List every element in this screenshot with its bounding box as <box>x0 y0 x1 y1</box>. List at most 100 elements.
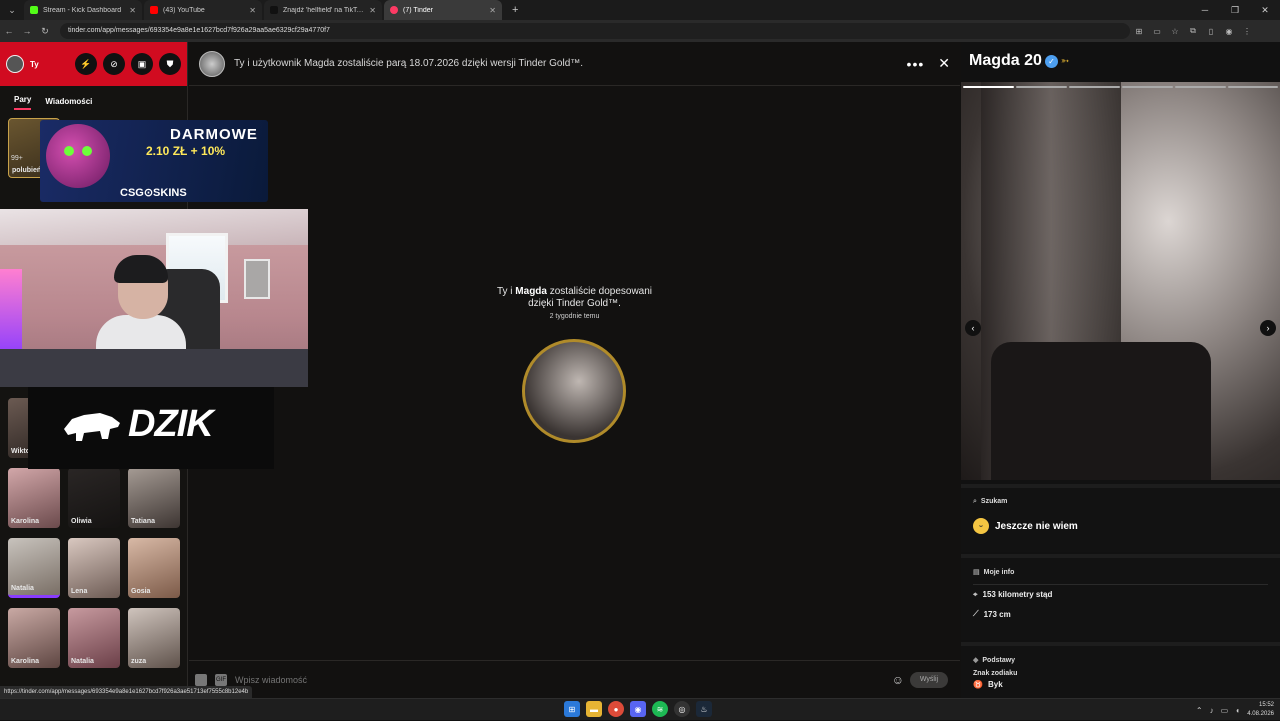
match-name: Karolina <box>11 658 40 665</box>
network-icon[interactable]: ▭ <box>1221 706 1229 715</box>
match-tile[interactable]: Tatiana <box>128 468 180 528</box>
tab-tinder[interactable]: (7) Tinder ✕ <box>384 0 502 20</box>
more-options-icon[interactable]: ••• <box>907 56 925 72</box>
tab-search-icon[interactable]: ⌄ <box>0 0 24 20</box>
reload-icon[interactable]: ↻ <box>36 26 54 37</box>
match-tile[interactable]: Natalia <box>68 608 120 668</box>
tab-messages[interactable]: Wiadomości <box>45 97 92 110</box>
user-name[interactable]: Ty <box>30 60 39 69</box>
gif-icon[interactable]: GIF <box>215 673 227 686</box>
tab-youtube[interactable]: (43) YouTube ✕ <box>144 0 262 20</box>
info-card: ▤ Moje info ⌖ 153 kilometry stąd ⟋ 173 cm <box>961 554 1280 640</box>
clock[interactable]: 15:52 4.08.2026 <box>1247 701 1274 719</box>
discord-icon[interactable]: ◉ <box>630 701 646 717</box>
chat-header: Ty i użytkownik Magda zostaliście parą 1… <box>189 42 960 86</box>
taskbar: ⊞ ▬ ● ◉ ≋ ◎ ♨ ⌃ ♪ ▭ ◖ 15:52 4.08.2026 <box>0 698 1280 720</box>
avatar[interactable] <box>6 55 24 73</box>
tab-kick[interactable]: Stream - Kick Dashboard ✕ <box>24 0 142 20</box>
file-explorer-icon[interactable]: ▬ <box>586 701 602 717</box>
close-tab-icon[interactable]: ✕ <box>245 6 256 15</box>
windows-start-icon[interactable]: ⊞ <box>564 701 580 717</box>
distance-row: ⌖ 153 kilometry stąd <box>973 584 1268 604</box>
chevron-up-icon[interactable]: ⌃ <box>1196 706 1203 715</box>
photo-indicator[interactable] <box>1069 86 1120 88</box>
photo-indicator[interactable] <box>1175 86 1226 88</box>
photo-indicator[interactable] <box>963 86 1014 88</box>
briefcase-icon[interactable]: ▣ <box>131 53 153 75</box>
likes-count: 99+ <box>11 155 23 162</box>
extensions-icon[interactable]: ⧉ <box>1184 26 1202 36</box>
info-title: ▤ Moje info <box>973 568 1268 576</box>
maximize-icon[interactable]: ❐ <box>1220 0 1250 20</box>
boost-icon[interactable]: ⚡ <box>75 53 97 75</box>
photo-indicator[interactable] <box>1228 86 1278 88</box>
profile-name: Magda 20 <box>969 52 1042 69</box>
explore-icon[interactable]: ⊘ <box>103 53 125 75</box>
match-avatar[interactable] <box>199 50 225 77</box>
shield-icon[interactable]: ⛊ <box>159 53 181 75</box>
close-tab-icon[interactable]: ✕ <box>485 6 496 15</box>
close-window-icon[interactable]: ✕ <box>1250 0 1280 20</box>
system-tray: ⌃ ♪ ▭ ◖ <box>1196 699 1240 721</box>
match-name: Karolina <box>11 518 40 525</box>
close-tab-icon[interactable]: ✕ <box>125 6 136 15</box>
message-input[interactable] <box>235 674 892 685</box>
banner-brand: CSG⊙SKINS <box>120 187 187 199</box>
mascot-eye <box>64 146 74 156</box>
search-icon: ⌕ <box>973 498 977 505</box>
match-tile[interactable]: Natalia <box>8 538 60 598</box>
photo-indicator[interactable] <box>1016 86 1067 88</box>
profile-icon[interactable]: ◉ <box>1220 27 1238 36</box>
basics-title-text: Podstawy <box>982 657 1016 664</box>
stream-logo: DZIK <box>28 387 274 469</box>
match-photo[interactable] <box>522 339 626 443</box>
menu-icon[interactable]: ⋮ <box>1238 27 1256 36</box>
send-button[interactable]: Wyślij <box>910 671 948 688</box>
back-icon[interactable]: ← <box>0 26 18 36</box>
chevron-left-icon[interactable]: ‹ <box>965 320 981 336</box>
close-icon[interactable]: ✕ <box>938 55 950 72</box>
close-tab-icon[interactable]: ✕ <box>365 6 376 15</box>
chrome-icon[interactable]: ● <box>608 701 624 717</box>
obs-icon[interactable]: ◎ <box>674 701 690 717</box>
tab-matches[interactable]: Pary <box>14 95 32 110</box>
tab-tiktok[interactable]: Znajdź 'hellfield' na TikTok | Wy... ✕ <box>264 0 382 20</box>
steam-icon[interactable]: ♨ <box>696 701 712 717</box>
emoji-icon[interactable]: ☺ <box>892 673 904 687</box>
chevron-right-icon[interactable]: › <box>1260 320 1276 336</box>
profile-photo[interactable]: ‹ › <box>961 82 1280 480</box>
zodiac-icon: ♉ <box>973 679 983 689</box>
match-info-text: Ty i użytkownik Magda zostaliście parą 1… <box>234 58 584 69</box>
minimize-icon[interactable]: ─ <box>1190 0 1220 20</box>
new-tab-button[interactable]: + <box>504 4 526 16</box>
banner-offer: 2.10 ZŁ + 10% <box>146 144 226 158</box>
volume-icon[interactable]: ◖ <box>1235 706 1240 715</box>
streamer-cap <box>114 255 168 283</box>
bookmark-star-icon[interactable]: ☆ <box>1166 27 1184 36</box>
zodiac-value: Byk <box>987 679 1003 689</box>
match-tile[interactable]: Karolina <box>8 608 60 668</box>
match-tile[interactable]: Lena <box>68 538 120 598</box>
spotify-icon[interactable]: ≋ <box>652 701 668 717</box>
match-tile[interactable]: Oliwia <box>68 468 120 528</box>
match-suffix: zostaliście dopesowani <box>549 286 653 297</box>
cast-icon[interactable]: ▭ <box>1148 27 1166 36</box>
seeking-title: ⌕ Szukam <box>973 498 1268 506</box>
profile-name-row: Magda 20 ✓ ➳ <box>961 42 1280 80</box>
match-tile[interactable]: Gosia <box>128 538 180 598</box>
match-tile[interactable]: zuza <box>128 608 180 668</box>
seeking-value-text: Jeszcze nie wiem <box>995 520 1078 532</box>
mic-icon[interactable]: ♪ <box>1210 706 1214 715</box>
sidebar-icon[interactable]: ▯ <box>1202 27 1220 36</box>
photo-indicator[interactable] <box>1122 86 1173 88</box>
webcam-pc <box>0 269 22 359</box>
webcam-ceiling <box>0 209 308 245</box>
match-tile[interactable]: Karolina <box>8 468 60 528</box>
tiktok-icon <box>270 6 278 14</box>
forward-icon[interactable]: → <box>18 26 36 36</box>
sticker-icon[interactable] <box>195 673 207 686</box>
distance-text: 153 kilometry stąd <box>982 590 1053 599</box>
url-field[interactable]: tinder.com/app/messages/693354e9a8e1e162… <box>60 23 1130 39</box>
basics-card: ◆ Podstawy Znak zodiaku ♉ Byk <box>961 642 1280 698</box>
translate-icon[interactable]: ⊞ <box>1130 27 1148 36</box>
